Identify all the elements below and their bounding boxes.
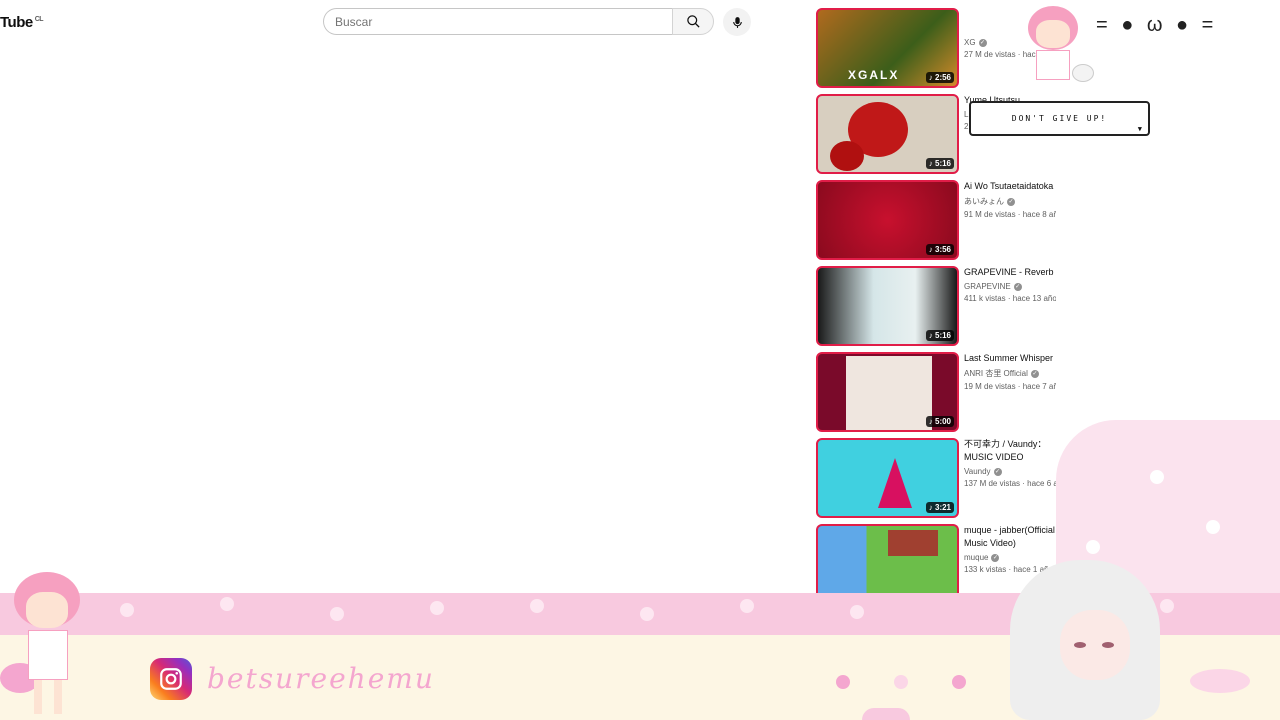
video-channel[interactable]: あいみょん <box>964 196 1004 207</box>
album-art <box>846 356 932 430</box>
search-icon <box>686 15 700 28</box>
cone-shape <box>878 458 912 508</box>
verified-icon: ✓ <box>1007 197 1015 206</box>
thumb-logo-text: XGALX <box>848 68 900 82</box>
paw-print <box>850 605 864 619</box>
video-title[interactable]: Last Summer Whisper <box>964 352 1056 365</box>
video-thumbnail[interactable]: ♪ 3:21 <box>816 438 959 518</box>
video-title[interactable]: Ai Wo Tsutaetaidatoka <box>964 180 1056 193</box>
cat-face-kaomoji: = ● ω ● = <box>1096 14 1218 36</box>
video-duration: ♪ 3:56 <box>925 244 954 255</box>
vtuber-avatar <box>990 560 1180 720</box>
video-thumbnail[interactable] <box>816 524 959 593</box>
related-videos-list: XGALX ♪ 2:56 XG ✓ 27 M de vistas · hace ♪… <box>816 0 1056 593</box>
video-thumbnail[interactable]: ♪ 3:56 <box>816 180 959 260</box>
paw-print <box>1150 470 1164 484</box>
video-stats: 19 M de vistas · hace 7 añ <box>964 382 1056 391</box>
fish-decoration <box>1190 669 1250 693</box>
video-thumbnail[interactable]: XGALX ♪ 2:56 <box>816 8 959 88</box>
decorative-dot <box>836 675 850 689</box>
bubble-arrow-icon: ▼ <box>1137 125 1144 133</box>
paw-print <box>740 599 754 613</box>
speech-bubble: DON'T GIVE UP! ▼ <box>969 101 1150 136</box>
verified-icon: ✓ <box>978 38 987 47</box>
poppy-flower <box>830 141 864 171</box>
video-item[interactable]: ♪ 3:56 Ai Wo Tsutaetaidatoka あいみょん ✓ 91 M… <box>816 180 1056 262</box>
search-input[interactable] <box>324 9 673 34</box>
pixel-character-madoka-bottom <box>2 572 92 718</box>
paw-print <box>330 607 344 621</box>
paw-print <box>640 607 654 621</box>
paw-print <box>530 599 544 613</box>
video-item[interactable]: ♪ 5:00 Last Summer Whisper ANRI 杏里 Offic… <box>816 352 1056 434</box>
pink-bow-decoration <box>862 708 910 720</box>
verified-icon: ✓ <box>993 467 1002 476</box>
paw-print <box>220 597 234 611</box>
paw-print <box>1206 520 1220 534</box>
video-title[interactable]: GRAPEVINE - Reverb <box>964 266 1056 279</box>
voice-search-button[interactable] <box>723 8 751 36</box>
instagram-icon[interactable] <box>150 658 192 700</box>
video-duration: ♪ 5:16 <box>925 330 954 341</box>
video-duration: ♪ 5:00 <box>925 416 954 427</box>
video-channel[interactable]: Vaundy <box>964 467 991 476</box>
paw-print <box>1086 540 1100 554</box>
video-thumbnail[interactable]: ♪ 5:16 <box>816 266 959 346</box>
video-stats: 91 M de vistas · hace 8 añ <box>964 210 1056 219</box>
video-thumbnail[interactable]: ♪ 5:16 <box>816 94 959 174</box>
verified-icon: ✓ <box>1030 369 1039 378</box>
video-channel[interactable]: muque <box>964 553 988 562</box>
video-channel[interactable]: XG <box>964 38 976 47</box>
video-item[interactable]: ♪ 5:16 GRAPEVINE - Reverb GRAPEVINE ✓ 411… <box>816 266 1056 348</box>
video-duration: ♪ 2:56 <box>925 72 954 83</box>
decorative-dot <box>952 675 966 689</box>
mic-icon <box>732 16 742 28</box>
youtube-logo[interactable]: Tube CL <box>0 14 44 31</box>
logo-country-code: CL <box>34 16 44 23</box>
pixel-house <box>888 530 938 556</box>
paw-print <box>120 603 134 617</box>
video-channel[interactable]: GRAPEVINE <box>964 282 1011 291</box>
paw-print <box>430 601 444 615</box>
video-stats: 411 k vistas · hace 13 año <box>964 294 1056 303</box>
verified-icon: ✓ <box>1013 282 1022 291</box>
instagram-handle[interactable]: betsureehemu <box>207 662 435 695</box>
pixel-character-madoka <box>1018 6 1098 88</box>
search-box[interactable] <box>323 8 673 35</box>
speech-bubble-text: DON'T GIVE UP! <box>1011 114 1108 123</box>
decorative-dot <box>894 675 908 689</box>
video-stats: 137 M de vistas · hace 6 a <box>964 479 1056 488</box>
stream-overlay-right: = ● ω ● = <box>1056 0 1280 600</box>
video-thumbnail[interactable]: ♪ 5:00 <box>816 352 959 432</box>
video-item[interactable]: ♪ 3:21 不可幸力 / Vaundy：MUSIC VIDEO Vaundy ✓… <box>816 438 1056 520</box>
video-title[interactable]: 不可幸力 / Vaundy：MUSIC VIDEO <box>964 438 1056 464</box>
search-button[interactable] <box>672 8 714 35</box>
video-channel[interactable]: ANRI 杏里 Official <box>964 368 1028 379</box>
video-duration: ♪ 5:16 <box>925 158 954 169</box>
logo-text: Tube <box>0 14 33 31</box>
video-title[interactable]: muque - jabber(Official Music Video) <box>964 524 1056 550</box>
video-duration: ♪ 3:21 <box>925 502 954 513</box>
